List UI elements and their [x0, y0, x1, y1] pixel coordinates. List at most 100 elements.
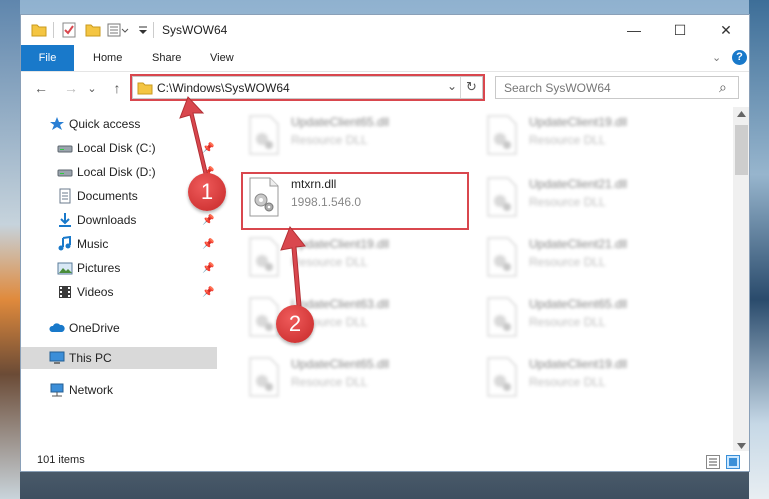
list-item[interactable]: UpdateClient19.dll Resource DLL [245, 233, 465, 283]
file-name: UpdateClient19.dll [291, 237, 390, 251]
dll-file-icon [249, 237, 279, 277]
list-item[interactable]: UpdateClient65.dll Resource DLL [483, 293, 703, 343]
dll-file-icon [249, 115, 279, 155]
file-description: Resource DLL [291, 255, 368, 269]
file-list: UpdateClient65.dll Resource DLL UpdateCl… [233, 107, 733, 453]
tab-view[interactable]: View [210, 45, 234, 71]
pin-icon[interactable]: 📌 [202, 215, 214, 226]
view-options-icon[interactable] [107, 22, 129, 38]
sidebar-item-videos[interactable]: Videos 📌 [21, 281, 217, 303]
dll-file-icon [487, 115, 517, 155]
navigation-bar: ← → ⌄ ↑ C:\Windows\SysWOW64 ⌄ ↻ Search S… [21, 72, 749, 104]
sidebar-item-label: OneDrive [69, 321, 120, 335]
tab-share[interactable]: Share [152, 45, 181, 71]
search-placeholder: Search SysWOW64 [504, 81, 611, 95]
sidebar-item-label: Local Disk (C:) [77, 141, 156, 155]
sidebar-item-local-disk-c[interactable]: Local Disk (C:) 📌 [21, 137, 217, 159]
pin-icon[interactable]: 📌 [202, 143, 214, 154]
file-name: UpdateClient65.dll [529, 297, 628, 311]
details-view-icon[interactable] [706, 455, 720, 469]
list-item[interactable]: UpdateClient21.dll Resource DLL [483, 233, 703, 283]
sidebar-item-pictures[interactable]: Pictures 📌 [21, 257, 217, 279]
file-name: UpdateClient65.dll [291, 357, 390, 371]
network-icon [49, 382, 65, 398]
file-name: UpdateClient21.dll [529, 177, 628, 191]
sidebar-item-label: Downloads [77, 213, 137, 227]
file-description: Resource DLL [291, 133, 368, 147]
vertical-scrollbar[interactable] [733, 107, 749, 453]
navigation-pane: Quick access Local Disk (C:) 📌 Local Dis… [21, 107, 217, 453]
window-title: SysWOW64 [162, 23, 228, 37]
file-name: UpdateClient19.dll [529, 115, 628, 129]
computer-icon [49, 350, 65, 366]
sidebar-item-label: Documents [77, 189, 138, 203]
tab-home[interactable]: Home [93, 45, 122, 71]
list-item[interactable]: UpdateClient19.dll Resource DLL [483, 111, 703, 161]
file-description: Resource DLL [529, 133, 606, 147]
dll-file-icon [487, 357, 517, 397]
documents-icon [57, 188, 73, 204]
tiles-view-icon[interactable] [726, 455, 740, 469]
sidebar-item-label: Pictures [77, 261, 121, 275]
properties-icon[interactable] [61, 22, 77, 38]
annotation-badge-1: 1 [188, 173, 226, 211]
dll-file-icon [487, 177, 517, 217]
customize-toolbar-icon[interactable] [137, 22, 149, 38]
title-bar: SysWOW64 — ☐ ✕ [21, 15, 749, 45]
separator [53, 22, 54, 38]
forward-button[interactable]: → [61, 78, 81, 98]
back-button[interactable]: ← [31, 78, 51, 98]
separator [153, 22, 154, 38]
tab-file[interactable]: File [21, 45, 74, 71]
expand-ribbon-button[interactable]: ⌄ [712, 45, 721, 71]
sidebar-item-this-pc[interactable]: This PC [21, 347, 217, 369]
minimize-button[interactable]: — [611, 15, 657, 45]
scroll-up-icon[interactable] [737, 111, 746, 117]
status-bar: 101 items [21, 451, 749, 471]
sidebar-item-label: Music [77, 237, 109, 251]
ribbon-tabs: File Home Share View ⌄ ? [21, 45, 749, 72]
sidebar-item-network[interactable]: Network [21, 379, 217, 401]
pin-icon[interactable]: 📌 [202, 287, 214, 298]
desktop-background-left [0, 0, 20, 499]
sidebar-item-music[interactable]: Music 📌 [21, 233, 217, 255]
sidebar-item-quick-access[interactable]: Quick access [21, 113, 217, 135]
pin-icon[interactable]: 📌 [202, 263, 214, 274]
item-count: 101 items [37, 454, 85, 466]
list-item[interactable]: UpdateClient65.dll Resource DLL [245, 111, 465, 161]
videos-icon [57, 284, 73, 300]
sidebar-item-onedrive[interactable]: OneDrive [21, 317, 217, 339]
desktop-background-right [749, 0, 769, 499]
file-highlight-box [241, 172, 469, 230]
pin-icon[interactable]: 📌 [202, 239, 214, 250]
annotation-badge-2: 2 [276, 305, 314, 343]
music-icon [57, 236, 73, 252]
drive-icon [57, 164, 73, 180]
scrollbar-thumb[interactable] [735, 125, 748, 175]
sidebar-item-label: Quick access [69, 117, 141, 131]
list-item[interactable]: UpdateClient65.dll Resource DLL [245, 353, 465, 403]
file-description: Resource DLL [529, 315, 606, 329]
scroll-down-icon[interactable] [737, 443, 746, 449]
pictures-icon [57, 260, 73, 276]
file-description: Resource DLL [529, 195, 606, 209]
up-button[interactable]: ↑ [107, 78, 127, 98]
list-item[interactable]: UpdateClient21.dll Resource DLL [483, 173, 703, 223]
list-item[interactable]: UpdateClient19.dll Resource DLL [483, 353, 703, 403]
new-folder-icon[interactable] [85, 22, 101, 38]
sidebar-item-downloads[interactable]: Downloads 📌 [21, 209, 217, 231]
explorer-window: SysWOW64 — ☐ ✕ File Home Share View ⌄ ? … [20, 14, 750, 472]
file-description: Resource DLL [291, 375, 368, 389]
maximize-button[interactable]: ☐ [657, 15, 703, 45]
drive-icon [57, 140, 73, 156]
folder-icon[interactable] [31, 22, 47, 38]
dll-file-icon [487, 297, 517, 337]
close-button[interactable]: ✕ [703, 15, 749, 45]
search-icon[interactable]: ⌕ [719, 79, 727, 96]
file-description: Resource DLL [529, 255, 606, 269]
sidebar-item-label: Local Disk (D:) [77, 165, 156, 179]
search-input[interactable]: Search SysWOW64 ⌕ [495, 76, 739, 99]
help-button[interactable]: ? [732, 50, 747, 65]
sidebar-item-local-disk-d[interactable]: Local Disk (D:) 📌 [21, 161, 217, 183]
recent-locations-button[interactable]: ⌄ [85, 78, 99, 98]
